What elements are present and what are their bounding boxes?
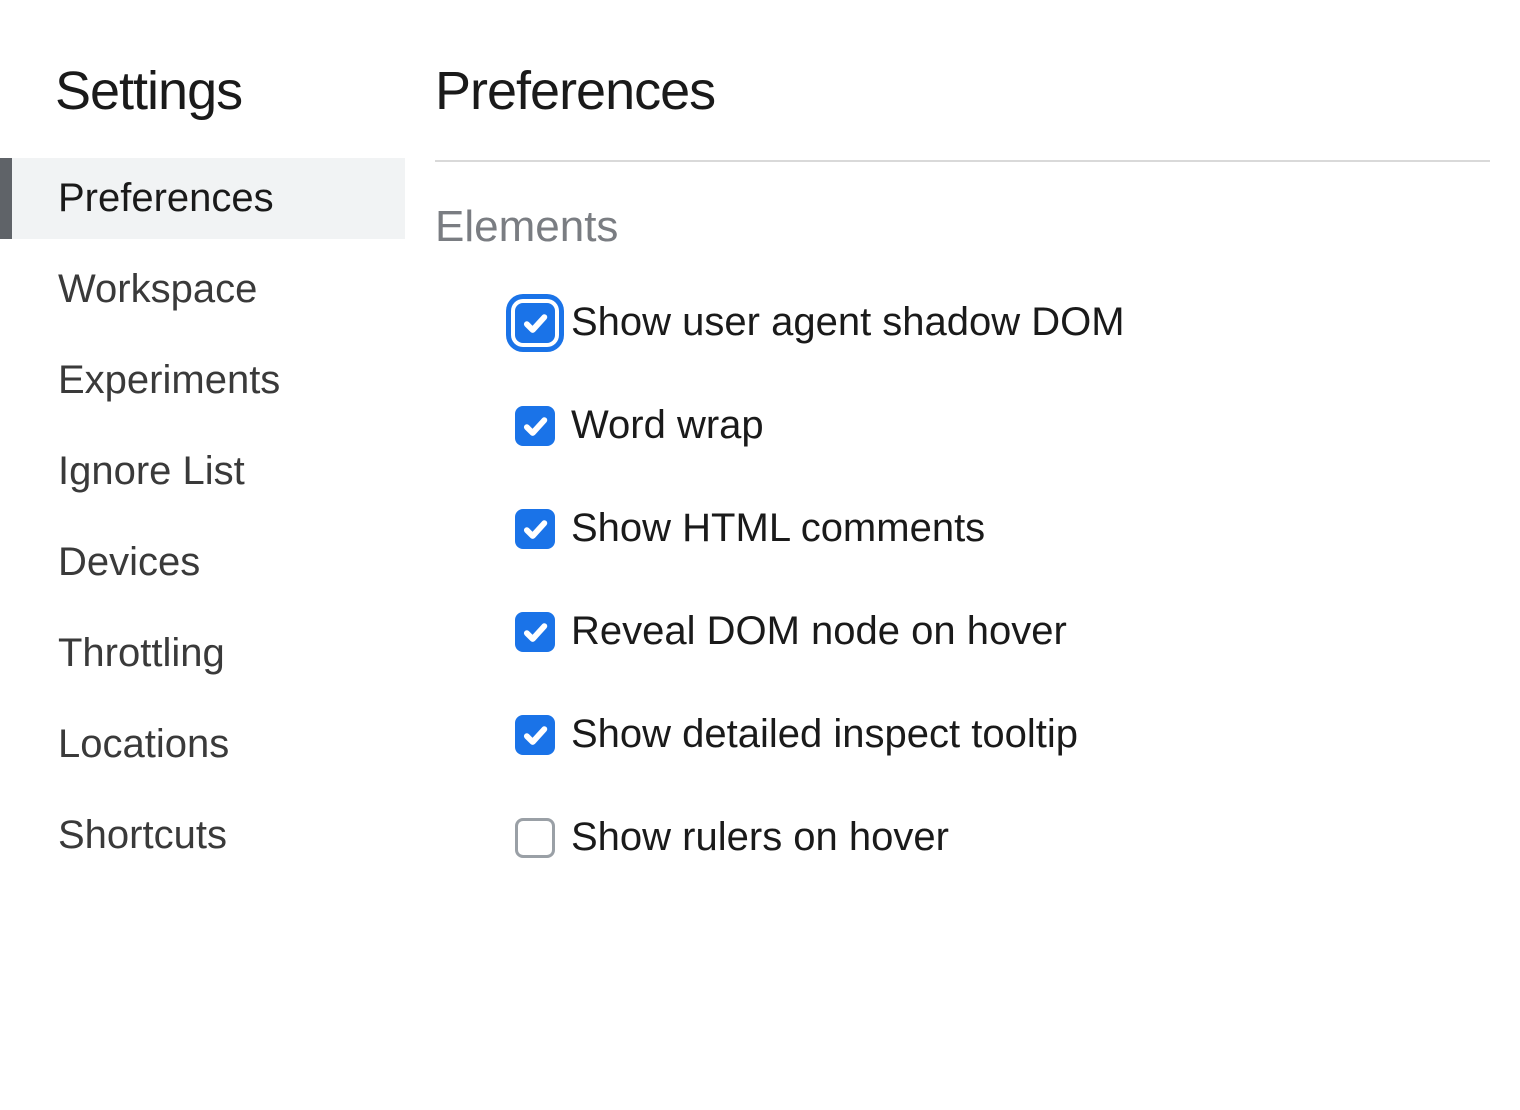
checkbox-word-wrap[interactable] [515, 406, 555, 446]
option-label: Word wrap [571, 403, 764, 448]
sidebar-item-devices[interactable]: Devices [0, 522, 405, 603]
sidebar-item-label: Devices [58, 540, 200, 584]
option-show-rulers-on-hover: Show rulers on hover [435, 815, 1490, 860]
sidebar-item-label: Throttling [58, 631, 225, 675]
checkmark-icon [521, 721, 549, 749]
checkmark-icon [521, 515, 549, 543]
option-show-user-agent-shadow-dom: Show user agent shadow DOM [435, 300, 1490, 345]
main: Preferences Elements Show user agent sha… [405, 0, 1520, 1110]
sidebar-item-ignore-list[interactable]: Ignore List [0, 431, 405, 512]
checkmark-icon [521, 412, 549, 440]
checkbox-show-html-comments[interactable] [515, 509, 555, 549]
sidebar-title: Settings [0, 60, 405, 158]
sidebar-item-preferences[interactable]: Preferences [0, 158, 405, 239]
option-label: Show user agent shadow DOM [571, 300, 1125, 345]
page-title: Preferences [435, 60, 1490, 162]
option-word-wrap: Word wrap [435, 403, 1490, 448]
sidebar-item-label: Workspace [58, 267, 257, 311]
option-label: Show HTML comments [571, 506, 985, 551]
sidebar-item-locations[interactable]: Locations [0, 704, 405, 785]
option-show-html-comments: Show HTML comments [435, 506, 1490, 551]
sidebar-item-label: Ignore List [58, 449, 245, 493]
checkmark-icon [521, 618, 549, 646]
option-label: Show rulers on hover [571, 815, 949, 860]
checkmark-icon [521, 309, 549, 337]
sidebar-item-label: Shortcuts [58, 813, 227, 857]
checkbox-reveal-dom-node-on-hover[interactable] [515, 612, 555, 652]
checkbox-show-rulers-on-hover[interactable] [515, 818, 555, 858]
option-label: Reveal DOM node on hover [571, 609, 1067, 654]
sidebar-item-workspace[interactable]: Workspace [0, 249, 405, 330]
option-reveal-dom-node-on-hover: Reveal DOM node on hover [435, 609, 1490, 654]
option-label: Show detailed inspect tooltip [571, 712, 1078, 757]
sidebar-item-throttling[interactable]: Throttling [0, 613, 405, 694]
option-show-detailed-inspect-tooltip: Show detailed inspect tooltip [435, 712, 1490, 757]
sidebar-item-label: Locations [58, 722, 229, 766]
checkbox-show-user-agent-shadow-dom[interactable] [515, 303, 555, 343]
sidebar-item-label: Experiments [58, 358, 280, 402]
sidebar-item-shortcuts[interactable]: Shortcuts [0, 795, 405, 876]
section-header-elements: Elements [435, 202, 1490, 252]
sidebar-item-experiments[interactable]: Experiments [0, 340, 405, 421]
sidebar-item-label: Preferences [58, 176, 274, 220]
sidebar: Settings Preferences Workspace Experimen… [0, 0, 405, 1110]
checkbox-show-detailed-inspect-tooltip[interactable] [515, 715, 555, 755]
